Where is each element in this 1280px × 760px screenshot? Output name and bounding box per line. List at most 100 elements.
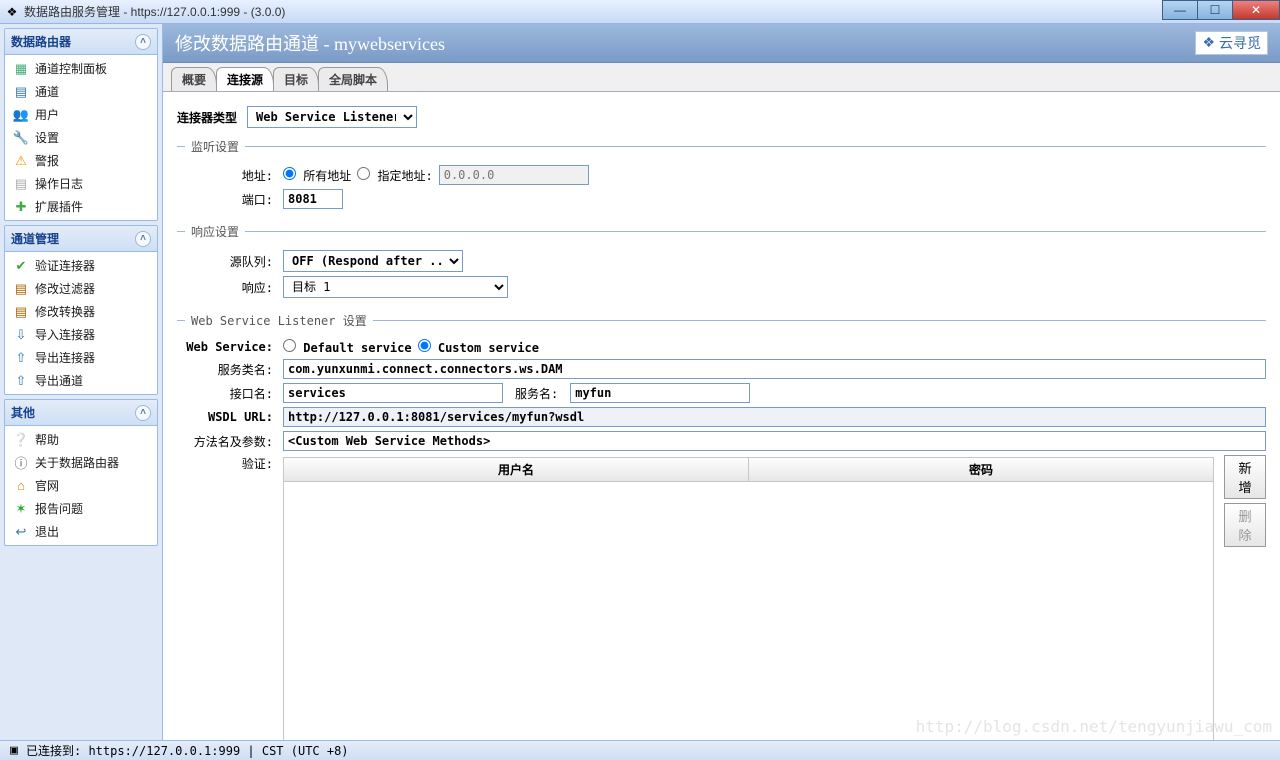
nav-label: 帮助 (35, 431, 59, 448)
port-input[interactable] (283, 189, 343, 209)
nav-label: 退出 (35, 523, 59, 540)
collapse-icon[interactable]: ˄ (135, 34, 151, 50)
methods-input[interactable] (283, 431, 1266, 451)
home-icon: ⌂ (13, 478, 29, 494)
collapse-icon[interactable]: ˄ (135, 405, 151, 421)
interface-input[interactable] (283, 383, 503, 403)
main-content: 修改数据路由通道 - mywebservices ❖ 云寻觅 概要 连接源 目标… (162, 24, 1280, 740)
maximize-button[interactable]: ☐ (1197, 0, 1233, 20)
legend-ws: Web Service Listener 设置 (185, 312, 373, 329)
nav-edit-transformers[interactable]: ▤修改转换器 (5, 300, 157, 323)
sidebar-panel-router: 数据路由器 ˄ ▦通道控制面板 ▤ 通道 👥用户 🔧设置 ⚠ 警报 ▤ 操作日志 ✚扩… (4, 28, 158, 221)
wsdl-label: WSDL URL: (177, 410, 277, 424)
add-button[interactable]: 新增 (1224, 455, 1266, 499)
service-class-input[interactable] (283, 359, 1266, 379)
service-name-input[interactable] (570, 383, 750, 403)
tab-bar: 概要 连接源 目标 全局脚本 (163, 63, 1280, 92)
sidebar-panel-channel-mgmt: 通道管理 ˄ ✔ 验证连接器 ▤修改过滤器 ▤修改转换器 ⇩导入连接器 ⇧导出连接… (4, 225, 158, 395)
nav-label: 警报 (35, 152, 59, 169)
nav-plugins[interactable]: ✚扩展插件 (5, 195, 157, 218)
bug-icon: ✶ (13, 501, 29, 517)
import-icon: ⇩ (13, 327, 29, 343)
plugin-icon: ✚ (13, 199, 29, 215)
nav-label: 通道 (35, 83, 59, 100)
nav-report[interactable]: ✶ 报告问题 (5, 497, 157, 520)
connector-type-select[interactable]: Web Service Listener (247, 106, 417, 128)
nav-export-connector[interactable]: ⇧导出连接器 (5, 346, 157, 369)
channel-icon: ▤ (13, 84, 29, 100)
window-controls: — ☐ ✕ (1163, 0, 1280, 20)
tab-global-scripts[interactable]: 全局脚本 (318, 67, 388, 91)
interface-label: 接口名: (177, 385, 277, 402)
nav-users[interactable]: 👥用户 (5, 103, 157, 126)
tab-summary[interactable]: 概要 (171, 67, 217, 91)
nav-label: 操作日志 (35, 175, 83, 192)
panel-header[interactable]: 通道管理 ˄ (5, 226, 157, 252)
sidebar: 数据路由器 ˄ ▦通道控制面板 ▤ 通道 👥用户 🔧设置 ⚠ 警报 ▤ 操作日志 ✚扩… (0, 24, 162, 740)
response-select[interactable]: 目标 1 (283, 276, 508, 298)
port-label: 端口: (177, 191, 277, 208)
nav-website[interactable]: ⌂ 官网 (5, 474, 157, 497)
panel-header[interactable]: 数据路由器 ˄ (5, 29, 157, 55)
service-name-label: 服务名: (509, 385, 564, 402)
panel-title: 通道管理 (11, 230, 59, 247)
fieldset-listen: 监听设置 地址: 所有地址 指定地址: 端口: (177, 138, 1266, 213)
nav-label: 官网 (35, 477, 59, 494)
window-titlebar: ❖ 数据路由服务管理 - https://127.0.0.1:999 - (3.… (0, 0, 1280, 24)
brand-text: 云寻觅 (1219, 33, 1261, 53)
nav-logs[interactable]: ▤ 操作日志 (5, 172, 157, 195)
source-queue-select[interactable]: OFF (Respond after ... (283, 250, 463, 272)
filter-icon: ▤ (13, 281, 29, 297)
auth-table-header: 用户名 密码 (283, 457, 1214, 482)
collapse-icon[interactable]: ˄ (135, 231, 151, 247)
nav-exit[interactable]: ↩退出 (5, 520, 157, 543)
log-icon: ▤ (13, 176, 29, 192)
wsdl-input[interactable] (283, 407, 1266, 427)
nav-alerts[interactable]: ⚠ 警报 (5, 149, 157, 172)
app-icon: ❖ (4, 4, 20, 20)
nav-edit-filters[interactable]: ▤修改过滤器 (5, 277, 157, 300)
nav-about[interactable]: ⓘ关于数据路由器 (5, 451, 157, 474)
connector-type-label: 连接器类型 (177, 109, 241, 126)
form-area: 连接器类型 Web Service Listener 监听设置 地址: 所有地址… (163, 92, 1280, 740)
status-icon: ▣ (6, 743, 22, 759)
nav-validate-connector[interactable]: ✔ 验证连接器 (5, 254, 157, 277)
nav-settings[interactable]: 🔧设置 (5, 126, 157, 149)
export-icon: ⇧ (13, 373, 29, 389)
sidebar-panel-other: 其他 ˄ ❔帮助 ⓘ关于数据路由器 ⌂ 官网 ✶ 报告问题 ↩退出 (4, 399, 158, 546)
fieldset-ws: Web Service Listener 设置 Web Service: Def… (177, 312, 1266, 740)
nav-dashboard[interactable]: ▦通道控制面板 (5, 57, 157, 80)
nav-import-connector[interactable]: ⇩导入连接器 (5, 323, 157, 346)
radio-custom-service[interactable]: Custom service (418, 339, 539, 355)
tab-source[interactable]: 连接源 (216, 67, 274, 91)
source-queue-label: 源队列: (177, 253, 277, 270)
close-button[interactable]: ✕ (1232, 0, 1280, 20)
nav-label: 报告问题 (35, 500, 83, 517)
nav-channels[interactable]: ▤ 通道 (5, 80, 157, 103)
radio-specific-address[interactable]: 指定地址: (357, 167, 432, 184)
radio-default-service[interactable]: Default service (283, 339, 412, 355)
panel-title: 其他 (11, 404, 35, 421)
radio-all-addresses[interactable]: 所有地址 (283, 167, 351, 184)
info-icon: ⓘ (13, 455, 29, 471)
panel-title: 数据路由器 (11, 33, 71, 50)
brand-logo: ❖ 云寻觅 (1195, 31, 1268, 55)
nav-help[interactable]: ❔帮助 (5, 428, 157, 451)
tab-target[interactable]: 目标 (273, 67, 319, 91)
delete-button: 删除 (1224, 503, 1266, 547)
brand-icon: ❖ (1202, 35, 1215, 52)
alert-icon: ⚠ (13, 153, 29, 169)
gear-icon: 🔧 (13, 130, 29, 146)
auth-label: 验证: (177, 455, 277, 472)
window-title: 数据路由服务管理 - https://127.0.0.1:999 - (3.0.… (24, 3, 285, 20)
minimize-button[interactable]: — (1162, 0, 1198, 20)
address-input[interactable] (439, 165, 589, 185)
nav-label: 验证连接器 (35, 257, 95, 274)
page-title: 修改数据路由通道 - mywebservices (175, 30, 445, 56)
check-icon: ✔ (13, 258, 29, 274)
panel-header[interactable]: 其他 ˄ (5, 400, 157, 426)
auth-table-body[interactable] (283, 482, 1214, 740)
col-password: 密码 (749, 458, 1213, 481)
fieldset-response: 响应设置 源队列: OFF (Respond after ... 响应: 目标 … (177, 223, 1266, 302)
nav-export-channel[interactable]: ⇧导出通道 (5, 369, 157, 392)
